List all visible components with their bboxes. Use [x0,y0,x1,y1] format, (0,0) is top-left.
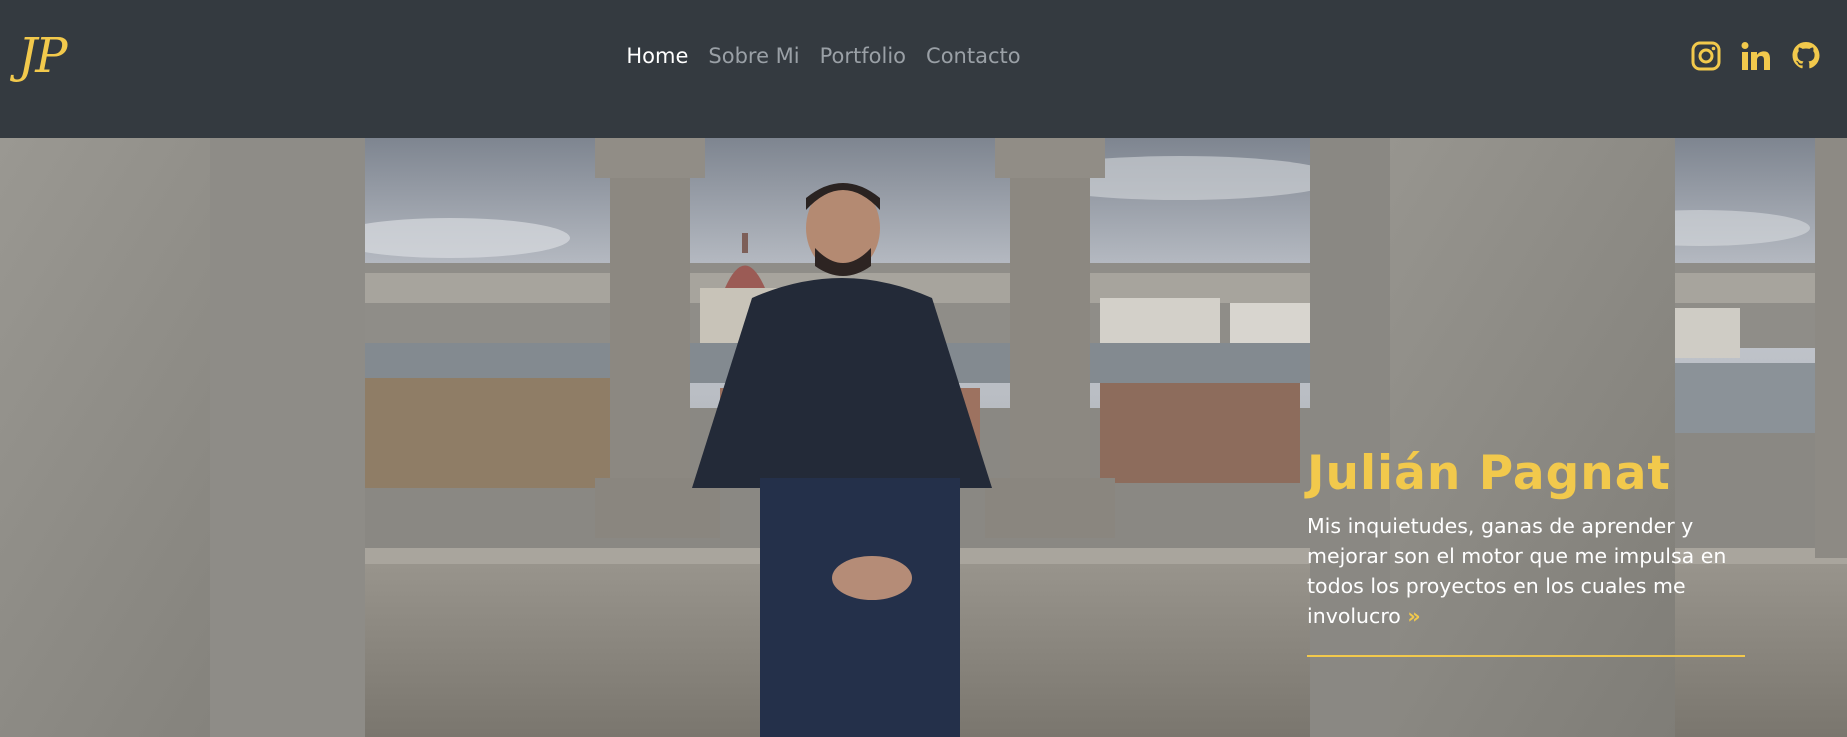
github-icon[interactable] [1791,40,1821,72]
hero-name: Julián Pagnat [1307,446,1671,501]
linkedin-icon[interactable] [1741,40,1771,72]
hero-section: Julián Pagnat Mis inquietudes, ganas de … [0,138,1847,737]
main-nav: Home Sobre Mi Portfolio Contacto [0,44,1847,68]
instagram-icon[interactable] [1691,40,1721,72]
hero-description-text: Mis inquietudes, ganas de aprender y mej… [1307,514,1727,628]
nav-link-sobre-mi[interactable]: Sobre Mi [708,44,799,68]
social-links [1691,40,1821,72]
nav-link-home[interactable]: Home [626,44,688,68]
nav-link-portfolio[interactable]: Portfolio [820,44,906,68]
double-chevron-right-icon[interactable]: » [1407,604,1420,628]
nav-link-contacto[interactable]: Contacto [926,44,1021,68]
navbar: JP Home Sobre Mi Portfolio Contacto [0,0,1847,138]
hero-divider [1307,655,1745,657]
hero-text-block: Julián Pagnat Mis inquietudes, ganas de … [1307,446,1747,657]
hero-description: Mis inquietudes, ganas de aprender y mej… [1307,511,1737,631]
